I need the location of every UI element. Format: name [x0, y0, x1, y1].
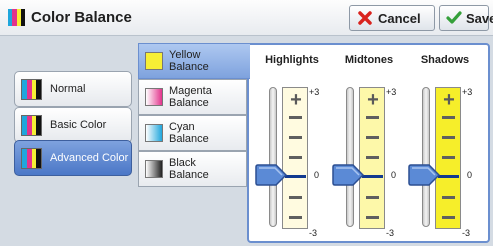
- midtones-min-label: -3: [386, 228, 395, 238]
- tab-magenta-balance[interactable]: Magenta Balance: [138, 79, 247, 115]
- scale-tick: [289, 136, 302, 139]
- slider-panel: Highlights + +3 0 -3 Midtones + +3 0 -3 Shadows +…: [247, 43, 490, 243]
- highlights-slider[interactable]: +: [282, 87, 308, 229]
- normal-button[interactable]: Normal: [14, 71, 132, 107]
- yellow-swatch-icon: [145, 52, 163, 70]
- midtones-max-label: +3: [386, 87, 397, 97]
- scale-tick: [442, 216, 455, 219]
- basic-color-button[interactable]: Basic Color: [14, 107, 132, 143]
- advanced-color-label: Advanced Color: [50, 152, 129, 164]
- scale-tick: [289, 216, 302, 219]
- color-bars-icon: [8, 9, 25, 26]
- scale-tick: [442, 196, 455, 199]
- cancel-label: Cancel: [378, 10, 421, 26]
- normal-label: Normal: [50, 83, 86, 95]
- scale-tick: [442, 136, 455, 139]
- x-icon: [356, 9, 374, 27]
- tab-black-label: Black Balance: [169, 157, 209, 181]
- check-icon: [446, 9, 462, 27]
- page-title: Color Balance: [31, 9, 132, 26]
- tab-cyan-label: Cyan Balance: [169, 121, 209, 145]
- highlights-zero-line: [285, 175, 306, 178]
- basic-color-label: Basic Color: [50, 119, 107, 131]
- color-bars-icon: [21, 114, 42, 136]
- shadows-zero-line: [438, 175, 459, 178]
- scale-tick: [366, 196, 379, 199]
- scale-tick: [442, 116, 455, 119]
- advanced-color-button[interactable]: Advanced Color: [14, 140, 132, 176]
- scale-tick: [366, 156, 379, 159]
- scale-tick: [366, 116, 379, 119]
- tab-magenta-label: Magenta Balance: [169, 85, 212, 109]
- cyan-swatch-icon: [145, 124, 163, 142]
- shadows-track: [422, 87, 430, 227]
- midtones-mid-label: 0: [391, 170, 397, 180]
- scale-tick: [366, 216, 379, 219]
- black-swatch-icon: [145, 160, 163, 178]
- scale-tick: [366, 136, 379, 139]
- tab-black-balance[interactable]: Black Balance: [138, 151, 247, 187]
- scale-tick: [289, 156, 302, 159]
- tab-yellow-balance[interactable]: Yellow Balance: [138, 43, 250, 79]
- color-bars-icon: [21, 78, 42, 100]
- scale-tick: [442, 156, 455, 159]
- highlights-track: [269, 87, 277, 227]
- midtones-title: Midtones: [344, 54, 394, 66]
- color-bars-icon: [21, 147, 42, 169]
- magenta-swatch-icon: [145, 88, 163, 106]
- highlights-max-label: +3: [309, 87, 320, 97]
- scale-tick: [289, 196, 302, 199]
- shadows-mid-label: 0: [467, 170, 473, 180]
- scale-tick: [289, 116, 302, 119]
- save-button[interactable]: Save: [439, 5, 493, 31]
- shadows-slider[interactable]: +: [435, 87, 461, 229]
- tab-cyan-balance[interactable]: Cyan Balance: [138, 115, 247, 151]
- shadows-thumb[interactable]: [408, 164, 441, 186]
- tab-yellow-label: Yellow Balance: [169, 49, 209, 73]
- highlights-thumb[interactable]: [255, 164, 288, 186]
- shadows-min-label: -3: [462, 228, 471, 238]
- midtones-zero-line: [362, 175, 383, 178]
- highlights-title: Highlights: [265, 54, 319, 66]
- header-bar: Color Balance Cancel Save: [0, 0, 493, 36]
- highlights-min-label: -3: [309, 228, 318, 238]
- midtones-thumb[interactable]: [332, 164, 365, 186]
- save-label: Save: [466, 10, 493, 26]
- cancel-button[interactable]: Cancel: [349, 5, 435, 31]
- shadows-title: Shadows: [420, 54, 470, 66]
- midtones-track: [346, 87, 354, 227]
- midtones-slider[interactable]: +: [359, 87, 385, 229]
- plus-icon: +: [443, 89, 455, 111]
- plus-icon: +: [290, 89, 302, 111]
- shadows-max-label: +3: [462, 87, 473, 97]
- plus-icon: +: [367, 89, 379, 111]
- highlights-mid-label: 0: [314, 170, 320, 180]
